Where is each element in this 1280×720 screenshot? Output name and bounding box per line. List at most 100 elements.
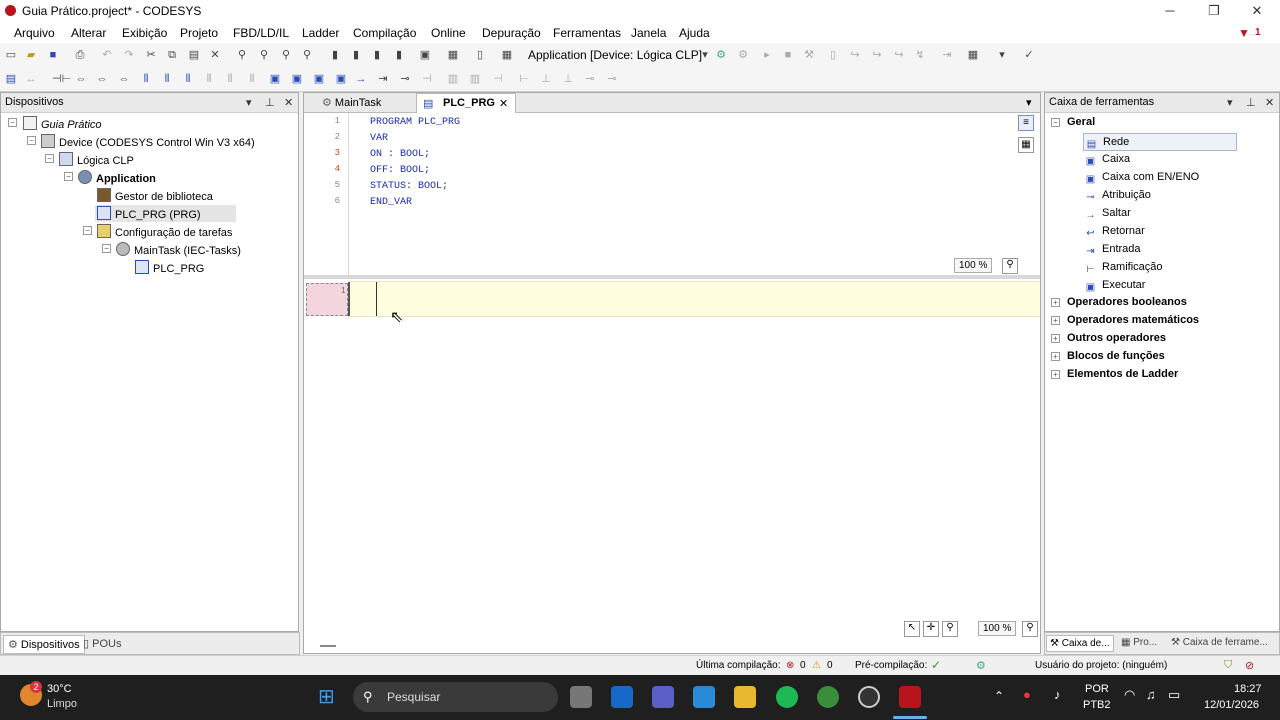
step-into-icon[interactable]: ↪ — [870, 49, 884, 61]
menu-arquivo[interactable]: Arquivo — [14, 26, 55, 40]
menu-ladder[interactable]: Ladder — [302, 26, 339, 40]
toolbox-item-atribuicao[interactable]: ⊸ Atribuição — [1085, 189, 1151, 203]
network-number-cell[interactable]: 1 — [306, 283, 348, 316]
active-application-selector[interactable]: Application [Device: Lógica CLP] — [528, 48, 702, 62]
tab-properties[interactable]: ▦ Pro... — [1121, 637, 1157, 648]
tree-item-plc-prg-call[interactable]: PLC_PRG — [135, 260, 204, 275]
save-icon[interactable]: ■ — [46, 49, 60, 61]
keyboard-layout[interactable]: PTB2 — [1083, 699, 1111, 711]
declaration-editor[interactable]: PROGRAM PLC_PRG VAR ON : BOOL; OFF: BOOL… — [370, 115, 460, 211]
collapse-icon[interactable]: − — [1051, 118, 1060, 127]
collapse-icon[interactable]: − — [83, 226, 92, 235]
tab-pous[interactable]: ▯ POUs — [83, 637, 121, 650]
teams-icon[interactable] — [652, 686, 674, 708]
menu-depuracao[interactable]: Depuração — [482, 26, 541, 40]
app-tray-icon[interactable]: ● — [1023, 687, 1031, 702]
menu-alterar[interactable]: Alterar — [71, 26, 106, 40]
tree-item-project[interactable]: Guia Prático — [23, 116, 102, 131]
toolbox-group-function-blocks[interactable]: Blocos de funções — [1067, 350, 1165, 362]
zoom-tool-icon[interactable]: ⚲ — [942, 621, 958, 637]
check-icon[interactable]: ✓ — [1022, 49, 1036, 61]
tab-plc-prg[interactable]: ▤ PLC_PRG ✕ — [416, 93, 516, 113]
set-reset-icon[interactable]: ⊣ — [491, 73, 505, 85]
view-menu-icon[interactable]: ▦ — [446, 49, 460, 61]
panel-close-icon[interactable]: ✕ — [1265, 96, 1274, 109]
chrome-icon[interactable] — [817, 686, 839, 708]
textual-view-icon[interactable]: ≡ — [1018, 115, 1034, 131]
tabs-dropdown-icon[interactable]: ▾ — [1026, 96, 1032, 109]
insert-network-below-icon[interactable]: ↔ — [24, 73, 38, 85]
step-over-icon[interactable]: ↪ — [848, 49, 862, 61]
breakpoint-icon[interactable]: ▯ — [826, 49, 840, 61]
language-code[interactable]: POR — [1085, 683, 1109, 695]
toolbox-item-retornar[interactable]: ↩ Retornar — [1085, 225, 1145, 239]
bookmark-prev-icon[interactable]: ▮ — [370, 49, 384, 61]
filter-icon[interactable]: ▼ — [1238, 26, 1250, 40]
collapse-icon[interactable]: − — [64, 172, 73, 181]
menu-ferramentas[interactable]: Ferramentas — [553, 26, 621, 40]
undo-icon[interactable]: ↶ — [100, 49, 114, 61]
window-icon[interactable]: ▣ — [418, 49, 432, 61]
insert-coil-right-icon[interactable]: ⫴ — [245, 73, 259, 85]
chevron-down-icon[interactable]: ▾ — [698, 49, 712, 61]
zoom-icon[interactable]: ⚲ — [1022, 621, 1038, 637]
expand-icon[interactable]: + — [1051, 298, 1060, 307]
tab-toolbox[interactable]: ⚒ Caixa de... — [1046, 635, 1114, 652]
tree-item-task-config[interactable]: Configuração de tarefas — [97, 224, 232, 239]
menu-exibicao[interactable]: Exibição — [122, 26, 167, 40]
expand-icon[interactable]: + — [1051, 370, 1060, 379]
insert-contact-icon[interactable]: ⊣⊢ — [52, 73, 71, 85]
volume-icon[interactable]: ♫ — [1146, 687, 1156, 702]
insert-reset-icon[interactable]: ⫴ — [160, 73, 174, 85]
task-view-icon[interactable] — [570, 686, 592, 708]
tab-maintask[interactable]: ⚙ MainTask — [322, 96, 381, 109]
panel-menu-icon[interactable]: ▾ — [1227, 96, 1233, 109]
tree-item-plc-logic[interactable]: Lógica CLP — [59, 152, 134, 167]
build-icon[interactable]: ▦ — [500, 49, 514, 61]
collapse-icon[interactable]: − — [45, 154, 54, 163]
insert-pos-edge-icon[interactable]: ⫴ — [181, 73, 195, 85]
pin-icon[interactable]: ⊥ — [265, 96, 275, 109]
negate-icon[interactable]: ▥ — [446, 73, 460, 85]
insert-box-icon[interactable]: ▣ — [268, 73, 282, 85]
toolbox-item-executar[interactable]: ▣ Executar — [1085, 279, 1146, 293]
zoom-level-top[interactable]: 100 % — [954, 258, 993, 273]
toolbox-group-other[interactable]: Outros operadores — [1067, 332, 1166, 344]
serial-branch-icon[interactable]: ⊥ — [539, 73, 553, 85]
copilot-icon[interactable] — [693, 686, 715, 708]
force-values-icon[interactable]: ▦ — [966, 49, 980, 61]
insert-return-icon[interactable]: ⇥ — [376, 73, 390, 85]
replace-icon[interactable]: ⚲ — [300, 49, 314, 61]
insert-parallel-icon[interactable]: ⇔ — [117, 73, 131, 85]
pointer-tool-icon[interactable]: ↖ — [904, 621, 920, 637]
toolbox-group-boolean[interactable]: Operadores booleanos — [1067, 296, 1187, 308]
toolbox-item-saltar[interactable]: → Saltar — [1085, 207, 1131, 221]
login-icon[interactable]: ⚙ — [714, 49, 728, 61]
paste-icon[interactable]: ▤ — [187, 49, 201, 61]
microphone-icon[interactable]: ♪ — [1054, 687, 1061, 702]
panel-close-icon[interactable]: ✕ — [284, 96, 293, 109]
insert-box-en-icon[interactable]: ▣ — [290, 73, 304, 85]
bookmark-clear-icon[interactable]: ▮ — [392, 49, 406, 61]
print-icon[interactable]: ⎙ — [73, 49, 87, 61]
redo-icon[interactable]: ↷ — [122, 49, 136, 61]
tree-item-plc-prg[interactable]: PLC_PRG (PRG) — [95, 205, 236, 222]
chevron-up-icon[interactable]: ⌃ — [994, 689, 1004, 703]
new-file-icon[interactable]: ▭ — [4, 49, 18, 61]
insert-negated-icon[interactable]: ⇔ — [95, 73, 109, 85]
toolbox-item-caixa-en-eno[interactable]: ▣ Caixa com EN/ENO — [1085, 171, 1199, 185]
pan-tool-icon[interactable]: ✛ — [923, 621, 939, 637]
collapse-icon[interactable]: − — [27, 136, 36, 145]
toolbox-group-math[interactable]: Operadores matemáticos — [1067, 314, 1199, 326]
copy-icon[interactable]: ⧉ — [165, 49, 179, 61]
collapse-icon[interactable]: − — [102, 244, 111, 253]
insert-set-icon[interactable]: ⫴ — [139, 73, 153, 85]
no-connection-icon[interactable]: ⊘ — [1245, 659, 1254, 672]
insert-jump-icon[interactable]: → — [354, 73, 368, 85]
zoom-level-bottom[interactable]: 100 % — [978, 621, 1017, 636]
insert-network-icon[interactable]: ▤ — [4, 73, 18, 85]
battery-icon[interactable]: ▭ — [1168, 687, 1180, 703]
extend-icon[interactable]: ⊸ — [583, 73, 597, 85]
delete-icon[interactable]: ✕ — [208, 49, 222, 61]
clock-time[interactable]: 18:27 — [1234, 683, 1262, 695]
